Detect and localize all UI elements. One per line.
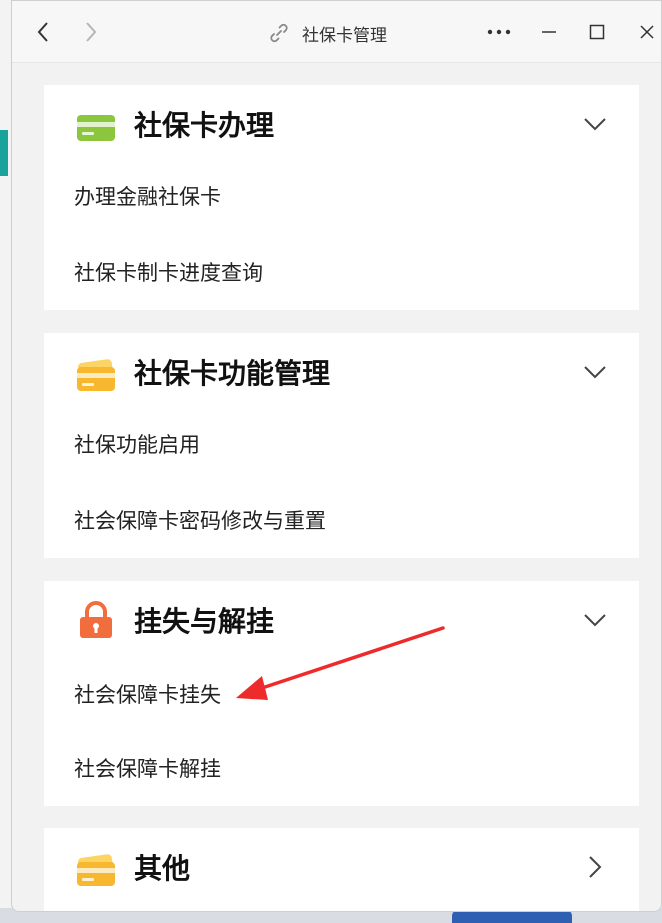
window-title-area: 社保卡管理 [268, 19, 387, 47]
back-button[interactable] [28, 17, 58, 47]
back-icon [37, 22, 48, 42]
section-header[interactable]: 社保卡功能管理 [44, 333, 639, 413]
more-button[interactable] [484, 17, 514, 47]
chevron-down-icon[interactable] [582, 607, 608, 633]
menu-item-cancel-loss[interactable]: 社会保障卡解挂 [74, 753, 221, 783]
maximize-button[interactable] [582, 17, 612, 47]
minimize-button[interactable] [534, 17, 564, 47]
section-header[interactable]: 社保卡办理 [44, 85, 639, 165]
forward-button[interactable] [76, 17, 106, 47]
minimize-icon [542, 31, 556, 33]
menu-item-card-progress-query[interactable]: 社保卡制卡进度查询 [74, 257, 263, 287]
section-title: 其他 [134, 852, 191, 885]
menu-item-enable-function[interactable]: 社保功能启用 [74, 429, 200, 459]
menu-item-password-reset[interactable]: 社会保障卡密码修改与重置 [74, 505, 326, 535]
close-button[interactable] [632, 17, 661, 47]
section-header[interactable]: 挂失与解挂 [44, 581, 639, 661]
section-card-function-management: 社保卡功能管理 社保功能启用 社会保障卡密码修改与重置 [44, 333, 639, 558]
green-card-icon [77, 115, 115, 141]
section-card-other: 其他 [44, 828, 639, 911]
menu-item-apply-financial-card[interactable]: 办理金融社保卡 [74, 181, 221, 211]
section-title: 社保卡办理 [134, 109, 275, 142]
chevron-down-icon[interactable] [582, 111, 608, 137]
title-bar: 社保卡管理 [12, 1, 661, 63]
link-icon [270, 23, 288, 43]
orange-lock-icon [80, 601, 112, 638]
close-icon [640, 25, 654, 39]
section-card-social-card-apply: 社保卡办理 办理金融社保卡 社保卡制卡进度查询 [44, 85, 639, 310]
more-icon [487, 29, 511, 35]
section-title: 社保卡功能管理 [134, 357, 331, 390]
menu-item-report-loss[interactable]: 社会保障卡挂失 [74, 679, 221, 709]
section-card-report-loss: 挂失与解挂 社会保障卡挂失 社会保障卡解挂 [44, 581, 639, 806]
forward-icon [86, 22, 97, 42]
window-title: 社保卡管理 [302, 25, 387, 46]
yellow-cards-icon [77, 854, 115, 886]
desktop-teal-element [0, 130, 8, 176]
chevron-right-icon[interactable] [582, 854, 608, 880]
section-title: 挂失与解挂 [134, 605, 275, 638]
yellow-cards-icon [77, 359, 115, 391]
maximize-icon [589, 24, 605, 40]
chevron-down-icon[interactable] [582, 359, 608, 385]
section-header[interactable]: 其他 [44, 828, 639, 908]
content-area: 社保卡办理 办理金融社保卡 社保卡制卡进度查询 社保卡功能管理 社保功能启用 社… [12, 63, 661, 911]
app-window: 社保卡管理 社保卡办理 办理金融社保卡 社保卡制卡进度查询 社保卡功能管理 社保… [11, 0, 662, 912]
